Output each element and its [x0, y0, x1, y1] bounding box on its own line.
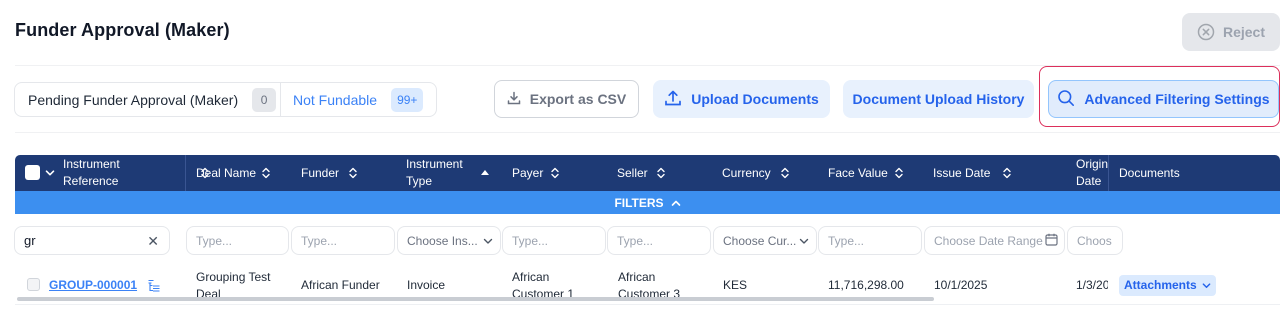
seller-filter-input[interactable]: Type... [607, 226, 711, 255]
sort-icon [657, 167, 665, 179]
sort-icon [551, 167, 559, 179]
reject-label: Reject [1222, 24, 1266, 40]
table-header: Instrument Reference Deal Name Funder In… [15, 155, 1280, 191]
column-header-currency[interactable]: Currency [712, 155, 817, 191]
column-header-instrument-reference[interactable]: Instrument Reference [53, 155, 209, 191]
chevron-down-icon [1202, 281, 1211, 290]
column-header-documents: Documents [1119, 165, 1180, 180]
column-header-seller[interactable]: Seller [607, 155, 712, 191]
origination-date-range-picker[interactable]: Choos [1067, 226, 1123, 255]
currency-filter-select[interactable]: Choose Cur... [713, 226, 817, 255]
tab-count-badge: 0 [252, 87, 277, 112]
column-header-deal-name[interactable]: Deal Name [186, 155, 291, 191]
tab-not-fundable[interactable]: Not Fundable 99+ [281, 83, 436, 116]
export-label: Export as CSV [529, 91, 627, 107]
column-header-payer[interactable]: Payer [502, 155, 607, 191]
filters-toggle[interactable]: FILTERS [15, 191, 1280, 214]
close-circle-icon [1197, 23, 1215, 41]
face-value-filter-input[interactable]: Type... [818, 226, 922, 255]
sort-icon [781, 167, 789, 179]
sort-icon [895, 167, 903, 179]
upload-label: Upload Documents [691, 91, 819, 107]
calendar-icon [1045, 233, 1058, 249]
download-icon [507, 91, 521, 108]
group-reference-link[interactable]: GROUP-000001 [49, 277, 137, 294]
sort-icon [262, 167, 270, 179]
chevron-up-icon [671, 199, 681, 207]
document-upload-history-button[interactable]: Document Upload History [843, 80, 1034, 118]
tab-label: Not Fundable [293, 91, 378, 108]
column-header-instrument-type[interactable]: Instrument Type [396, 155, 501, 191]
upload-documents-button[interactable]: Upload Documents [653, 80, 830, 118]
status-tabs: Pending Funder Approval (Maker) 0 Not Fu… [14, 82, 437, 117]
tab-pending-funder-approval[interactable]: Pending Funder Approval (Maker) 0 [15, 83, 281, 116]
documents-cell: Attachments [1119, 266, 1216, 305]
page-title: Funder Approval (Maker) [15, 20, 230, 40]
select-all-checkbox[interactable] [25, 165, 40, 180]
sort-icon [1003, 167, 1011, 179]
funder-filter-input[interactable]: Type... [291, 226, 395, 255]
tab-label: Pending Funder Approval (Maker) [28, 91, 239, 108]
history-label: Document Upload History [852, 91, 1025, 107]
row-checkbox[interactable] [27, 278, 40, 291]
reject-button[interactable]: Reject [1182, 13, 1280, 51]
chevron-down-icon [483, 235, 493, 249]
divider [15, 132, 1280, 133]
payer-filter-input[interactable]: Type... [502, 226, 606, 255]
deal-name-filter-input[interactable]: Type... [186, 226, 289, 255]
chevron-down-icon [799, 235, 809, 249]
column-header-face-value[interactable]: Face Value [818, 155, 923, 191]
clear-icon[interactable]: ✕ [147, 233, 159, 250]
upload-icon [664, 89, 682, 110]
horizontal-scrollbar[interactable] [17, 297, 934, 301]
issue-date-cell: 10/1/2025 [934, 278, 988, 292]
tab-count-badge: 99+ [391, 87, 424, 112]
attachments-dropdown[interactable]: Attachments [1119, 275, 1216, 296]
export-csv-button[interactable]: Export as CSV [494, 80, 639, 118]
column-header-origination-date[interactable]: Origin Date [1066, 155, 1108, 191]
filter-row: gr ✕ Type... Type... Choose Ins... Type.… [14, 214, 1280, 266]
instrument-reference-search-input[interactable]: gr ✕ [14, 226, 170, 255]
origination-date-cell: 1/3/20 [1076, 278, 1108, 292]
column-header-issue-date[interactable]: Issue Date [923, 155, 1028, 191]
highlight-box [1039, 66, 1280, 127]
instrument-type-filter-select[interactable]: Choose Ins... [397, 226, 501, 255]
issue-date-range-picker[interactable]: Choose Date Range [924, 226, 1065, 255]
sort-ascending-icon [480, 169, 490, 176]
sort-icon [349, 167, 357, 179]
column-header-funder[interactable]: Funder [291, 155, 396, 191]
filters-label: FILTERS [614, 195, 664, 210]
group-details-icon[interactable] [147, 279, 161, 293]
